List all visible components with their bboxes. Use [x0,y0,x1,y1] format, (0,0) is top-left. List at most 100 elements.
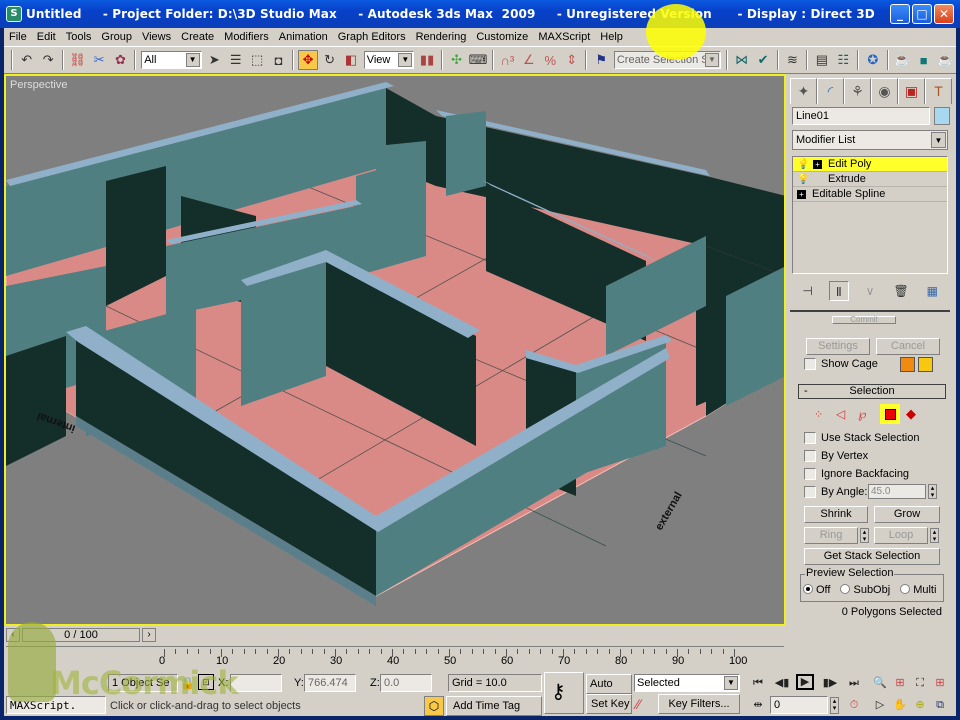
select-manipulate-icon[interactable]: ✣ [447,50,466,70]
loop-button[interactable]: Loop [874,527,928,544]
named-selection-dropdown[interactable]: Create Selection Set ▼ [613,51,721,69]
undo-icon[interactable]: ↶ [17,50,36,70]
3ds-max-icon[interactable]: S [6,6,22,22]
cage-color-swatch[interactable] [900,357,915,372]
viewport-label[interactable]: Perspective [10,79,67,91]
utilities-tab-icon[interactable]: T [925,78,952,104]
rendered-frame-icon[interactable]: ■ [914,50,933,70]
zoom-all-icon[interactable]: ⊞ [890,674,910,692]
field-of-view-icon[interactable]: ▷ [870,696,890,714]
element-icon[interactable]: ◆ [906,406,922,422]
use-pivot-center-icon[interactable]: ▮▮ [417,50,436,70]
cage-selected-color-swatch[interactable] [918,357,933,372]
by-angle-spinner[interactable]: ▴ ▾ [928,484,937,499]
get-stack-selection-button[interactable]: Get Stack Selection [804,548,940,565]
go-to-start-icon[interactable]: ⏮ [748,674,768,692]
rollout-area[interactable]: Commit Settings Cancel Show Cage - Selec… [790,310,950,664]
lightbulb-icon[interactable]: 💡 [797,174,809,185]
align-icon[interactable]: ✔ [753,50,772,70]
set-key-button[interactable]: Set Key [586,694,632,714]
x-coordinate-field[interactable] [230,674,282,692]
timeline-track[interactable]: 0 10 20 30 40 50 60 70 80 90 100 [6,646,784,668]
menu-tools[interactable]: Tools [61,31,97,43]
go-to-end-icon[interactable]: ⏭ [844,674,864,692]
menu-file[interactable]: File [4,31,32,43]
menu-views[interactable]: Views [137,31,176,43]
make-unique-icon[interactable]: ∨ [860,281,880,301]
preview-off-radio[interactable]: Off [803,583,830,596]
modifier-list-dropdown[interactable]: Modifier List ▼ [792,130,948,150]
current-frame-spinner[interactable]: ▴ ▾ [830,697,839,714]
y-coordinate-field[interactable]: 766.474 [304,674,356,692]
menu-animation[interactable]: Animation [274,31,333,43]
select-and-link-icon[interactable]: ⛓ [68,50,87,70]
loop-spinner[interactable]: ▴ ▾ [930,528,939,543]
remove-modifier-icon[interactable]: 🗑 [891,281,911,301]
key-filters-button[interactable]: Key Filters... [658,694,740,714]
by-vertex-checkbox[interactable]: By Vertex [804,450,868,462]
perspective-viewport[interactable]: internal external Perspective [4,74,786,626]
cancel-button[interactable]: Cancel [876,338,940,355]
select-and-scale-icon[interactable]: ◧ [341,50,360,70]
menu-help[interactable]: Help [595,31,628,43]
layer-manager-icon[interactable]: ≋ [783,50,802,70]
schematic-view-icon[interactable]: ☷ [834,50,853,70]
object-name-field[interactable]: Line01 [792,107,930,125]
time-configuration-icon[interactable]: ⏱ [844,696,864,714]
commit-button[interactable]: Commit [832,316,896,324]
current-frame-field[interactable]: 0 [770,696,828,714]
shrink-button[interactable]: Shrink [804,506,868,523]
arc-rotate-icon[interactable]: ⊕ [910,696,930,714]
select-object-icon[interactable]: ➤ [205,50,224,70]
use-stack-selection-checkbox[interactable]: Use Stack Selection [804,432,919,444]
expand-icon[interactable]: + [813,159,822,169]
configure-modifier-sets-icon[interactable]: ▦ [922,281,942,301]
bind-space-warp-icon[interactable]: ✿ [111,50,130,70]
play-icon[interactable]: ▶ [796,674,814,690]
add-time-tag-button[interactable]: Add Time Tag [446,696,542,716]
by-angle-field[interactable]: 45.0 [868,484,926,499]
mirror-icon[interactable]: ⋈ [732,50,751,70]
edit-named-selection-icon[interactable]: ⚑ [591,50,610,70]
key-mode-toggle-icon[interactable]: ⇹ [748,696,768,714]
expand-icon[interactable]: + [797,189,806,199]
zoom-extents-all-icon[interactable]: ⊞ [930,674,950,692]
time-slider-next-icon[interactable]: › [142,628,156,642]
maxscript-listener[interactable]: MAXScript. [6,696,106,714]
menu-group[interactable]: Group [96,31,137,43]
redo-icon[interactable]: ↷ [38,50,57,70]
zoom-icon[interactable]: 🔍 [870,674,890,692]
z-coordinate-field[interactable]: 0.0 [380,674,432,692]
menu-customize[interactable]: Customize [471,31,533,43]
time-slider[interactable]: 0 / 100 [22,628,140,642]
default-in-out-tangents-icon[interactable]: ⁄⁄ [636,696,641,712]
window-crossing-icon[interactable]: ◘ [269,50,288,70]
isolate-selection-icon[interactable]: ⬡ [424,696,444,716]
menu-create[interactable]: Create [176,31,219,43]
time-slider-prev-icon[interactable]: ‹ [6,628,20,642]
pan-view-icon[interactable]: ✋ [890,696,910,714]
spinner-snap-icon[interactable]: ⇕ [562,50,581,70]
select-and-move-icon[interactable]: ✥ [298,50,318,70]
key-mode-dropdown[interactable]: Selected ▼ [634,674,740,692]
keyboard-shortcut-icon[interactable]: ⌨ [468,50,488,70]
stack-item-editable-spline[interactable]: + Editable Spline [793,187,947,202]
auto-key-button[interactable]: Auto Key [586,674,632,708]
maximize-viewport-icon[interactable]: ⧉ [930,696,950,714]
zoom-extents-icon[interactable]: ⛶ [910,674,930,692]
angle-snap-icon[interactable]: ∠ [519,50,538,70]
lock-selection-icon[interactable]: 🔒 [180,676,195,690]
next-frame-icon[interactable]: ▮▶ [820,674,840,692]
grow-button[interactable]: Grow [874,506,940,523]
render-setup-icon[interactable]: ☕ [893,50,912,70]
edge-icon[interactable]: ◁ [836,407,852,421]
menu-modifiers[interactable]: Modifiers [219,31,274,43]
select-and-rotate-icon[interactable]: ↻ [320,50,339,70]
percent-snap-icon[interactable]: % [541,50,560,70]
preview-multi-radio[interactable]: Multi [900,583,936,596]
menu-rendering[interactable]: Rendering [411,31,472,43]
select-by-name-icon[interactable]: ☰ [226,50,245,70]
show-end-result-icon[interactable]: Ⅱ [828,281,849,301]
selection-filter-dropdown[interactable]: All ▼ [141,51,202,69]
ring-button[interactable]: Ring [804,527,858,544]
